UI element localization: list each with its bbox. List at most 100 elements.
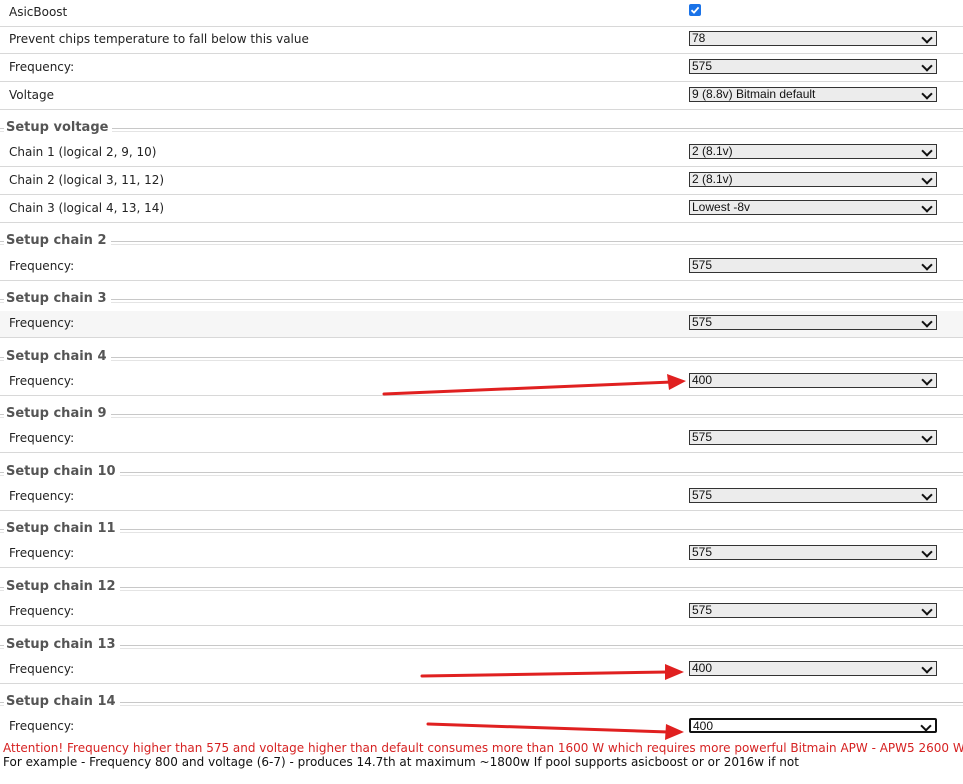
temperature-value: 78 xyxy=(692,31,706,45)
chevron-down-icon xyxy=(921,259,933,271)
asicboost-row: AsicBoost xyxy=(0,0,963,27)
chain-voltage-value: Lowest -8v xyxy=(692,200,751,214)
setup-voltage-header: Setup voltage xyxy=(0,120,963,140)
chevron-down-icon xyxy=(921,60,933,72)
chevron-down-icon xyxy=(921,431,933,443)
chain-frequency-select[interactable]: 575 xyxy=(689,545,937,560)
chevron-down-icon xyxy=(921,173,933,185)
chevron-down-icon xyxy=(921,489,933,501)
setup-voltage-title: Setup voltage xyxy=(4,120,113,135)
setup-chain-header: Setup chain 3 xyxy=(0,291,963,311)
setup-chain-header: Setup chain 12 xyxy=(0,579,963,599)
chain-frequency-label: Frequency: xyxy=(9,489,75,503)
setup-chain-title: Setup chain 12 xyxy=(4,579,120,594)
chain-voltage-select[interactable]: Lowest -8v xyxy=(689,200,937,215)
checkmark-icon xyxy=(690,6,700,14)
frequency-label: Frequency: xyxy=(9,60,75,74)
chain-voltage-row: Chain 1 (logical 2, 9, 10) 2 (8.1v) xyxy=(0,140,963,167)
chevron-down-icon xyxy=(921,374,933,386)
chain-frequency-select[interactable]: 400 xyxy=(689,373,937,388)
chain-frequency-select[interactable]: 575 xyxy=(689,603,937,618)
frequency-row: Frequency: 575 xyxy=(0,55,963,82)
power-warning-text: Attention! Frequency higher than 575 and… xyxy=(3,741,963,755)
chevron-down-icon xyxy=(921,32,933,44)
chain-frequency-value: 575 xyxy=(692,603,713,617)
chevron-down-icon xyxy=(921,201,933,213)
setup-chain-header: Setup chain 13 xyxy=(0,637,963,657)
chain-frequency-value: 575 xyxy=(692,258,713,272)
temperature-label: Prevent chips temperature to fall below … xyxy=(9,32,309,46)
setup-chain-header: Setup chain 4 xyxy=(0,349,963,369)
setup-chain-title: Setup chain 10 xyxy=(4,464,120,479)
chain-voltage-select[interactable]: 2 (8.1v) xyxy=(689,172,937,187)
chevron-down-icon xyxy=(920,720,932,732)
chain-frequency-value: 575 xyxy=(692,315,713,329)
setup-chain-header: Setup chain 14 xyxy=(0,694,963,714)
chain-voltage-label: Chain 2 (logical 3, 11, 12) xyxy=(9,173,165,187)
chain-frequency-value: 575 xyxy=(692,488,713,502)
chain-frequency-row: Frequency: 400 xyxy=(0,369,963,396)
voltage-value: 9 (8.8v) Bitmain default xyxy=(692,87,816,101)
setup-chain-title: Setup chain 3 xyxy=(4,291,111,306)
chain-frequency-row: Frequency: 575 xyxy=(0,484,963,511)
temperature-select[interactable]: 78 xyxy=(689,31,937,46)
chain-frequency-select[interactable]: 575 xyxy=(689,315,937,330)
chain-frequency-row: Frequency: 575 xyxy=(0,541,963,568)
chevron-down-icon xyxy=(921,546,933,558)
chain-frequency-row: Frequency: 400 xyxy=(0,714,963,740)
temperature-row: Prevent chips temperature to fall below … xyxy=(0,27,963,54)
chain-frequency-label: Frequency: xyxy=(9,546,75,560)
example-note-text: For example - Frequency 800 and voltage … xyxy=(3,755,799,769)
setup-chain-header: Setup chain 10 xyxy=(0,464,963,484)
chain-frequency-value: 400 xyxy=(693,719,714,733)
chain-frequency-select[interactable]: 400 xyxy=(689,661,937,676)
chevron-down-icon xyxy=(921,88,933,100)
setup-chain-title: Setup chain 14 xyxy=(4,694,120,709)
chevron-down-icon xyxy=(921,316,933,328)
chain-frequency-select[interactable]: 575 xyxy=(689,258,937,273)
setup-chain-header: Setup chain 2 xyxy=(0,233,963,253)
chain-frequency-value: 400 xyxy=(692,373,713,387)
chain-frequency-select[interactable]: 575 xyxy=(689,430,937,445)
chain-voltage-value: 2 (8.1v) xyxy=(692,172,733,186)
voltage-select[interactable]: 9 (8.8v) Bitmain default xyxy=(689,87,937,102)
frequency-select[interactable]: 575 xyxy=(689,59,937,74)
chain-frequency-label: Frequency: xyxy=(9,662,75,676)
chain-frequency-value: 400 xyxy=(692,661,713,675)
asicboost-checkbox[interactable] xyxy=(689,4,701,16)
chain-frequency-row: Frequency: 575 xyxy=(0,599,963,626)
chain-frequency-label: Frequency: xyxy=(9,719,75,733)
chain-frequency-label: Frequency: xyxy=(9,259,75,273)
voltage-label: Voltage xyxy=(9,88,55,102)
setup-chain-title: Setup chain 4 xyxy=(4,349,111,364)
chain-voltage-value: 2 (8.1v) xyxy=(692,144,733,158)
chain-frequency-label: Frequency: xyxy=(9,374,75,388)
chain-voltage-select[interactable]: 2 (8.1v) xyxy=(689,144,937,159)
setup-chain-title: Setup chain 9 xyxy=(4,406,111,421)
chain-frequency-row: Frequency: 575 xyxy=(0,311,963,338)
chain-frequency-row: Frequency: 575 xyxy=(0,426,963,453)
chain-frequency-value: 575 xyxy=(692,430,713,444)
chain-voltage-row: Chain 3 (logical 4, 13, 14) Lowest -8v xyxy=(0,196,963,223)
setup-chain-header: Setup chain 11 xyxy=(0,521,963,541)
chevron-down-icon xyxy=(921,662,933,674)
chain-frequency-label: Frequency: xyxy=(9,604,75,618)
chain-frequency-label: Frequency: xyxy=(9,431,75,445)
asicboost-label: AsicBoost xyxy=(9,5,68,19)
setup-chain-title: Setup chain 2 xyxy=(4,233,111,248)
setup-chain-title: Setup chain 11 xyxy=(4,521,120,536)
chevron-down-icon xyxy=(921,604,933,616)
chain-voltage-label: Chain 1 (logical 2, 9, 10) xyxy=(9,145,157,159)
chain-voltage-label: Chain 3 (logical 4, 13, 14) xyxy=(9,201,165,215)
chain-voltage-row: Chain 2 (logical 3, 11, 12) 2 (8.1v) xyxy=(0,168,963,195)
setup-chain-title: Setup chain 13 xyxy=(4,637,120,652)
chain-frequency-label: Frequency: xyxy=(9,316,75,330)
chain-frequency-select[interactable]: 400 xyxy=(689,718,937,733)
chain-frequency-value: 575 xyxy=(692,545,713,559)
setup-chain-header: Setup chain 9 xyxy=(0,406,963,426)
chain-frequency-row: Frequency: 400 xyxy=(0,657,963,684)
voltage-row: Voltage 9 (8.8v) Bitmain default xyxy=(0,83,963,110)
frequency-value: 575 xyxy=(692,59,713,73)
chain-frequency-select[interactable]: 575 xyxy=(689,488,937,503)
chain-frequency-row: Frequency: 575 xyxy=(0,254,963,281)
